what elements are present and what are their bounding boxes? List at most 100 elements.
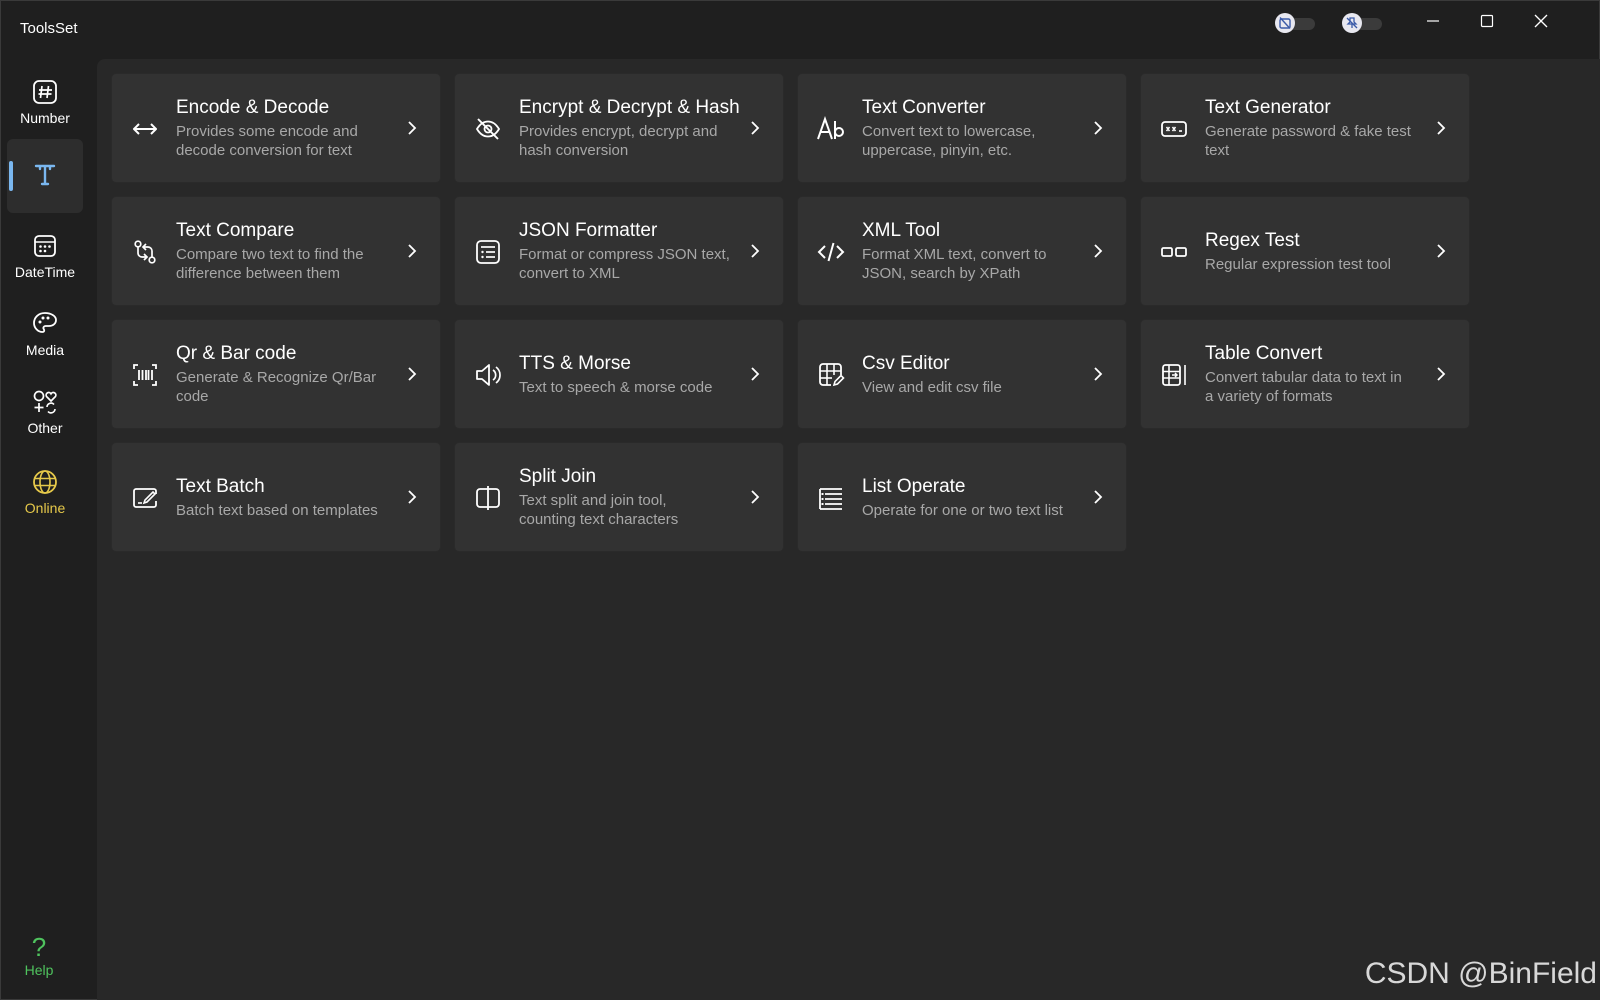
tool-description: hash conversion [519,142,629,159]
tool-title: Text Batch [176,475,265,497]
tool-description: Regular expression test tool [1205,255,1391,273]
tool-title: Encode & Decode [176,97,330,118]
chevron-right-icon [751,367,760,381]
tool-card-table-convert[interactable]: Table Convert Convert tabular data to te… [1140,319,1470,429]
sidebar-item-label: DateTime [14,264,76,280]
sidebar-item-other[interactable]: Other [7,375,83,449]
chevron-right-icon [1437,244,1446,258]
globe-icon [31,468,59,496]
calendar-off-icon [1275,13,1295,33]
close-button[interactable] [1514,1,1568,41]
calendar-icon [31,232,59,260]
title-bar: ToolsSet [1,1,1599,59]
help-button[interactable]: ? Help [11,932,67,992]
tool-title: Csv Editor [862,352,950,374]
tool-title: Table Convert [1205,343,1323,364]
chevron-right-icon [1437,121,1446,135]
sidebar-item-online[interactable]: Online [7,455,83,529]
pin-toggle[interactable] [1342,13,1384,33]
minimize-button[interactable] [1406,1,1460,41]
tool-description: convert to XML [519,265,620,282]
tool-description: Provides encrypt, decrypt and [519,123,718,140]
tool-card-regex-test[interactable]: Regex Test Regular expression test tool [1140,196,1470,306]
tool-card-text-compare[interactable]: Text Compare Compare two text to find th… [111,196,441,306]
maximize-button[interactable] [1460,1,1514,41]
sidebar-item-text[interactable] [7,139,83,213]
tool-description: Batch text based on templates [176,501,378,519]
chevron-right-icon [1437,367,1446,381]
chevron-right-icon [408,367,417,381]
tool-description: Convert tabular data to text in [1205,369,1402,386]
tool-card-encode-decode[interactable]: Encode & Decode Provides some encode and… [111,73,441,183]
tool-card-xml-tool[interactable]: XML Tool Format XML text, convert to JSO… [797,196,1127,306]
tool-description: uppercase, pinyin, etc. [862,142,1013,159]
tool-description: difference between them [176,265,340,282]
tool-description: text [1205,142,1230,159]
tool-description: Generate & Recognize Qr/Bar [176,369,377,386]
tool-description: Convert text to lowercase, [862,123,1036,140]
tool-title: Text Compare [176,220,295,241]
tool-card-list-operate[interactable]: List Operate Operate for one or two text… [797,442,1127,552]
chevron-right-icon [751,490,760,504]
list-icon [816,483,846,513]
tool-description: Format or compress JSON text, [519,246,730,263]
split-icon [473,483,503,513]
tool-title: TTS & Morse [519,352,631,374]
chevron-right-icon [751,121,760,135]
tool-description: decode conversion for text [176,142,352,159]
tool-description: Text to speech & morse code [519,378,713,396]
chevron-right-icon [1094,490,1103,504]
palette-icon [31,310,59,338]
chevron-right-icon [1094,367,1103,381]
sidebar-item-datetime[interactable]: DateTime [7,219,83,293]
tool-card-text-generator[interactable]: Text Generator Generate password & fake … [1140,73,1470,183]
code-icon [816,237,846,267]
tool-description: Provides some encode and [176,123,358,140]
tool-card-split-join[interactable]: Split Join Text split and join tool, cou… [454,442,784,552]
sidebar-item-media[interactable]: Media [7,297,83,371]
tool-title: Split Join [519,466,597,487]
app-title: ToolsSet [20,20,78,37]
chevron-right-icon [408,490,417,504]
tool-title: XML Tool [862,220,941,241]
barcode-scan-icon [130,360,160,390]
close-icon [1534,14,1548,28]
tool-card-text-batch[interactable]: Text Batch Batch text based on templates [111,442,441,552]
tool-title: JSON Formatter [519,220,658,241]
arrows-horizontal-icon [130,114,160,144]
tool-title: List Operate [862,475,966,497]
tool-description: a variety of formats [1205,388,1333,405]
chevron-right-icon [1094,121,1103,135]
calendar-toggle[interactable] [1275,13,1317,33]
tool-card-encrypt-decrypt-hash[interactable]: Encrypt & Decrypt & Hash Provides encryp… [454,73,784,183]
sidebar-item-label: Number [20,110,70,126]
tool-description: Compare two text to find the [176,246,364,263]
password-field-icon [1159,114,1189,144]
tool-card-text-converter[interactable]: Text Converter Convert text to lowercase… [797,73,1127,183]
sidebar-item-number[interactable]: Number [7,65,83,139]
maximize-icon [1480,14,1494,28]
tool-title: Text Converter [862,97,986,118]
tool-description: Text split and join tool, [519,492,667,509]
tool-title: Regex Test [1205,229,1300,251]
sidebar-item-label: Media [25,342,65,358]
tools-grid: Encode & Decode Provides some encode and… [97,59,1600,1000]
sidebar-item-label: Other [27,420,63,436]
chevron-right-icon [408,244,417,258]
hash-icon [31,78,59,106]
sidebar: Number DateTime Media Other Online ? Hel… [1,59,89,1000]
tool-card-json-formatter[interactable]: JSON Formatter Format or compress JSON t… [454,196,784,306]
tool-card-csv-editor[interactable]: Csv Editor View and edit csv file [797,319,1127,429]
font-case-icon [816,114,846,144]
pin-off-icon [1342,13,1362,33]
table-edit-icon [816,360,846,390]
minimize-icon [1427,20,1439,22]
shapes-icon [31,388,59,416]
tool-card-qr-bar-code[interactable]: Qr & Bar code Generate & Recognize Qr/Ba… [111,319,441,429]
text-edit-icon [130,483,160,513]
chevron-right-icon [751,244,760,258]
tool-description: counting text characters [519,511,679,528]
table-convert-icon [1159,360,1189,390]
tool-card-tts-morse[interactable]: TTS & Morse Text to speech & morse code [454,319,784,429]
document-list-icon [473,237,503,267]
